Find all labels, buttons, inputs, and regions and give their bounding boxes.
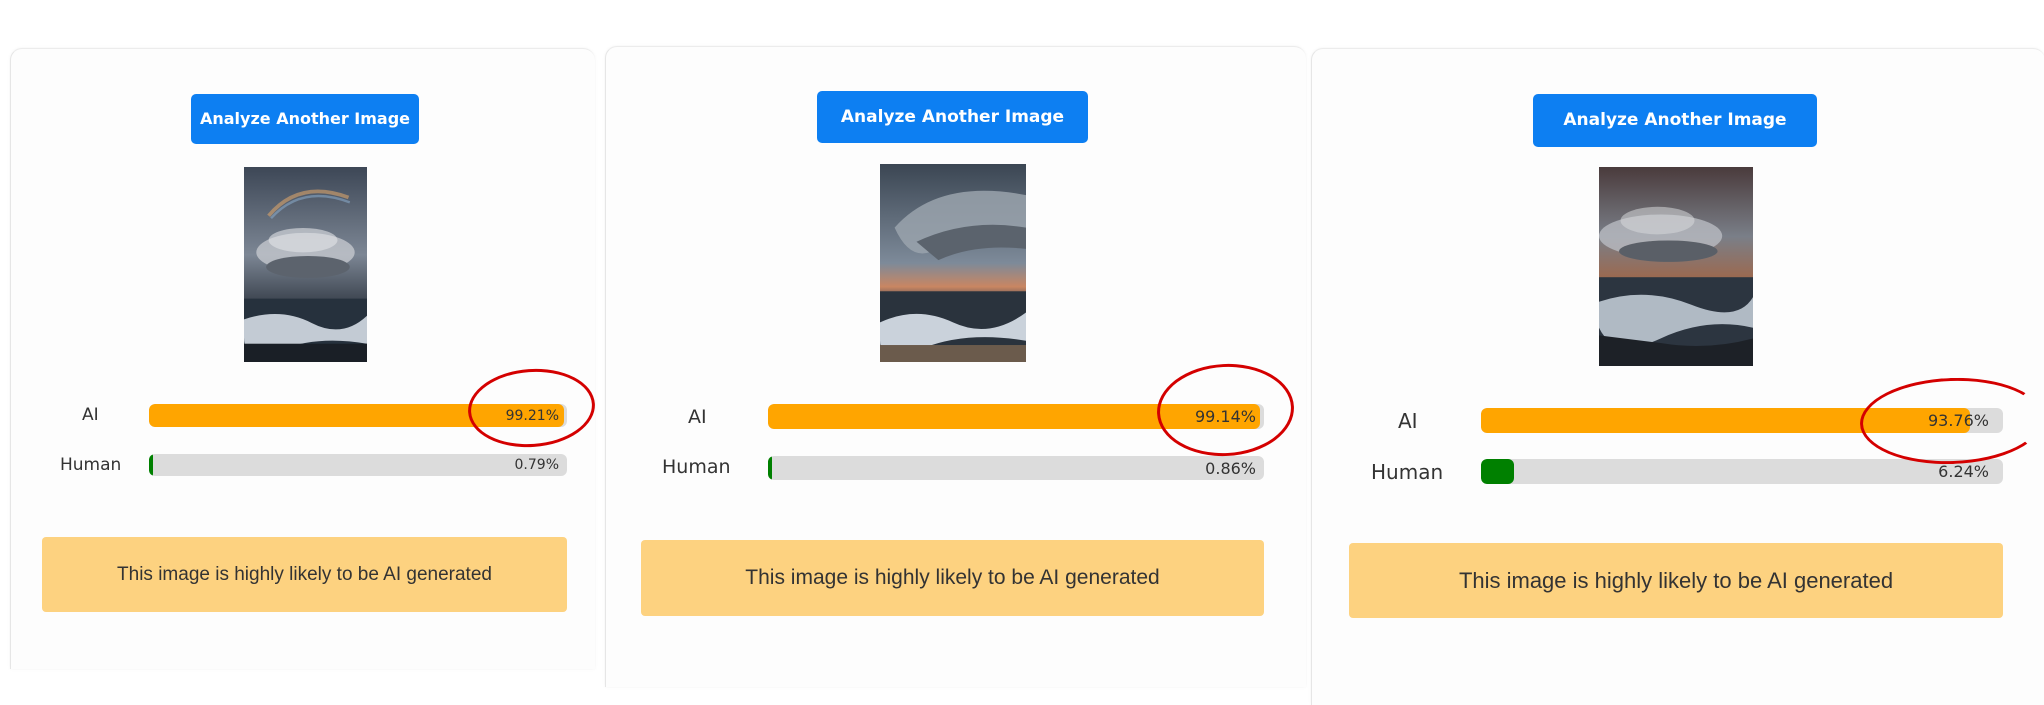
- ai-percentage: 99.21%: [505, 407, 559, 424]
- ai-label: AI: [1398, 409, 1418, 433]
- ai-progress-fill: [149, 404, 564, 427]
- ai-progress-bar: 99.21%: [149, 404, 567, 427]
- human-label: Human: [662, 456, 731, 478]
- analyzed-image-thumbnail: [244, 167, 367, 362]
- ai-progress-bar: 99.14%: [768, 404, 1264, 429]
- human-percentage: 0.86%: [1205, 458, 1256, 478]
- human-progress-fill: [149, 454, 153, 476]
- ai-progress-fill: [768, 404, 1260, 429]
- analyze-another-button[interactable]: Analyze Another Image: [1533, 94, 1817, 147]
- human-progress-fill: [1481, 459, 1514, 484]
- human-progress-bar: 0.79%: [149, 454, 567, 476]
- human-progress-fill: [768, 456, 773, 480]
- ai-label: AI: [688, 406, 707, 428]
- verdict-banner: This image is highly likely to be AI gen…: [641, 540, 1264, 616]
- analyze-another-button[interactable]: Analyze Another Image: [191, 94, 419, 144]
- analyzed-image-thumbnail: [880, 164, 1026, 362]
- analyzed-image-thumbnail: [1599, 167, 1753, 366]
- human-percentage: 0.79%: [514, 457, 559, 473]
- human-progress-bar: 6.24%: [1481, 459, 2003, 484]
- ai-label: AI: [82, 405, 99, 425]
- ai-percentage: 99.14%: [1194, 407, 1256, 426]
- verdict-banner: This image is highly likely to be AI gen…: [42, 537, 567, 612]
- ai-progress-bar: 93.76%: [1481, 408, 2003, 433]
- human-label: Human: [60, 455, 122, 475]
- human-progress-bar: 0.86%: [768, 456, 1264, 480]
- ai-percentage: 93.76%: [1927, 411, 1989, 430]
- human-label: Human: [1371, 460, 1444, 484]
- human-percentage: 6.24%: [1938, 462, 1989, 481]
- analyze-another-button[interactable]: Analyze Another Image: [817, 91, 1088, 143]
- verdict-banner: This image is highly likely to be AI gen…: [1349, 543, 2003, 618]
- ai-progress-fill: [1481, 408, 1971, 433]
